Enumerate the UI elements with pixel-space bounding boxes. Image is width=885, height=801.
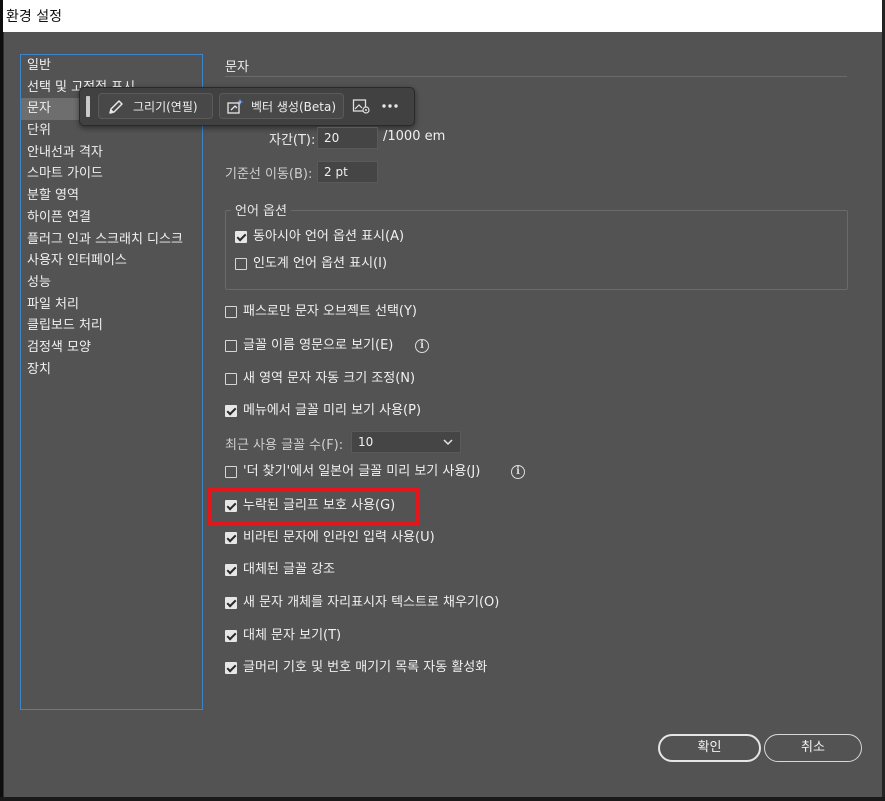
checkbox-box[interactable] xyxy=(225,564,237,576)
category-list[interactable]: 일반 선택 및 고정점 표시 문자 단위 안내선과 격자 스마트 가이드 분할 … xyxy=(20,54,203,710)
cancel-button[interactable]: 취소 xyxy=(764,734,862,762)
generate-vector-button[interactable]: 벡터 생성(Beta) xyxy=(219,93,344,119)
window-title: 환경 설정 xyxy=(6,9,62,25)
checkbox-box[interactable] xyxy=(225,597,237,609)
checkbox-box[interactable] xyxy=(235,231,247,243)
recent-fonts-label: 최근 사용 글꼴 수(F): xyxy=(225,438,344,453)
checkbox-box[interactable] xyxy=(225,662,237,674)
checkbox-box[interactable] xyxy=(225,500,237,512)
sidebar-item-slices[interactable]: 분할 영역 xyxy=(21,185,202,207)
checkbox-box[interactable] xyxy=(225,340,237,352)
sidebar-item-smart-guides[interactable]: 스마트 가이드 xyxy=(21,163,202,185)
preferences-window: 환경 설정 일반 선택 및 고정점 표시 문자 단위 안내선과 격자 스마트 가… xyxy=(0,0,885,801)
checkbox-box[interactable] xyxy=(225,630,237,642)
checkbox-box[interactable] xyxy=(225,532,237,544)
generate-vector-icon xyxy=(227,99,244,114)
drag-handle[interactable] xyxy=(86,96,90,117)
contextual-task-bar: 그리기(연필) 벡터 생성(Beta) xyxy=(79,87,415,126)
tracking-unit: /1000 em xyxy=(383,129,446,144)
checkbox-box[interactable] xyxy=(235,258,247,270)
sidebar-item-user-interface[interactable]: 사용자 인터페이스 xyxy=(21,250,202,272)
recent-fonts-select[interactable]: 10 xyxy=(351,431,461,453)
sidebar-item-performance[interactable]: 성능 xyxy=(21,272,202,294)
checkbox-box[interactable] xyxy=(225,373,237,385)
image-settings-icon[interactable] xyxy=(352,97,372,117)
sidebar-item-plugins-scratch[interactable]: 플러그 인과 스크래치 디스크 xyxy=(21,229,202,251)
ok-button[interactable]: 확인 xyxy=(658,734,761,762)
sidebar-item-file-handling[interactable]: 파일 처리 xyxy=(21,294,202,316)
language-options-group xyxy=(225,210,848,290)
recent-fonts-value: 10 xyxy=(358,435,374,449)
title-bar: 환경 설정 xyxy=(0,0,885,32)
sidebar-item-devices[interactable]: 장치 xyxy=(21,359,202,381)
sidebar-item-clipboard[interactable]: 클립보드 처리 xyxy=(21,315,202,337)
pencil-icon xyxy=(109,100,123,114)
baseline-shift-input[interactable]: 2 pt xyxy=(317,161,378,183)
section-title: 문자 xyxy=(225,60,249,75)
more-icon[interactable] xyxy=(380,97,400,117)
sidebar-item-general[interactable]: 일반 xyxy=(21,55,202,77)
tracking-label: 자간(T): xyxy=(269,133,316,148)
sidebar-item-black-appearance[interactable]: 검정색 모양 xyxy=(21,337,202,359)
bottom-edge xyxy=(0,797,885,801)
checkbox-box[interactable] xyxy=(225,405,237,417)
section-divider xyxy=(225,76,847,77)
chevron-down-icon xyxy=(443,439,453,446)
baseline-shift-label: 기준선 이동(B): xyxy=(225,167,313,182)
language-options-legend: 언어 옵션 xyxy=(231,200,291,219)
sidebar-item-hyphenation[interactable]: 하이픈 연결 xyxy=(21,207,202,229)
sidebar-item-guides-grid[interactable]: 안내선과 격자 xyxy=(21,142,202,164)
dialog-body: 일반 선택 및 고정점 표시 문자 단위 안내선과 격자 스마트 가이드 분할 … xyxy=(3,32,884,798)
info-icon[interactable]: i xyxy=(511,465,525,479)
checkbox-box[interactable] xyxy=(225,306,237,318)
info-icon[interactable]: i xyxy=(415,339,429,353)
draw-pencil-button[interactable]: 그리기(연필) xyxy=(98,93,213,119)
checkbox-box[interactable] xyxy=(225,466,237,478)
tracking-input[interactable]: 20 xyxy=(317,127,378,149)
